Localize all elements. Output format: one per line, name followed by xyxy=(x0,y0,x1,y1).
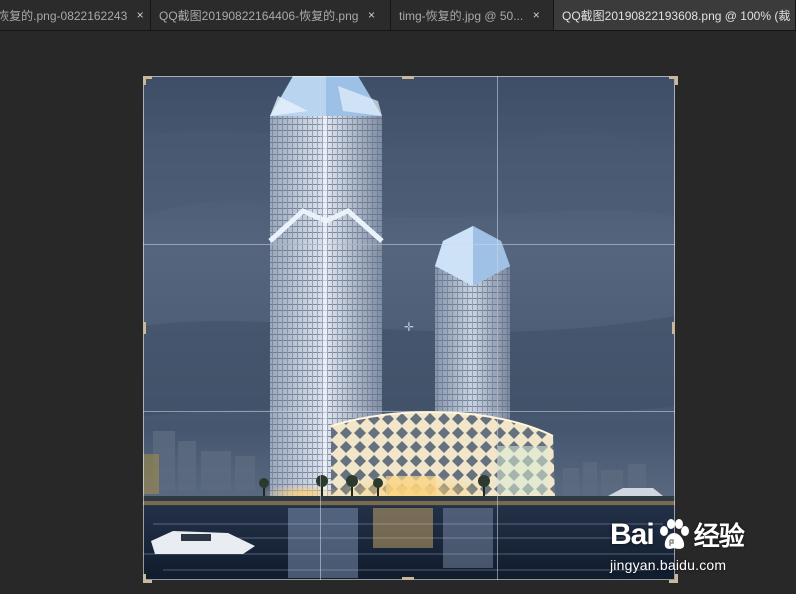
crop-handle-bottom[interactable] xyxy=(402,577,414,580)
watermark-brand-right: 经验 xyxy=(693,521,745,551)
crop-handle-top-left[interactable] xyxy=(143,76,152,85)
watermark-logo: Bai 经验 xyxy=(610,516,745,553)
close-tab-icon[interactable]: × xyxy=(365,9,377,21)
document-tab-active[interactable]: QQ截图20190822193608.png @ 100% (裁剪 xyxy=(554,0,796,30)
crop-handle-left[interactable] xyxy=(143,322,146,334)
crop-handle-bottom-left[interactable] xyxy=(143,574,152,583)
tab-label: 0822162243-恢复的.png xyxy=(0,8,128,23)
document-tab-1[interactable]: 0822162243-恢复的.png × xyxy=(0,0,151,30)
crop-grid-line-horizontal xyxy=(143,244,675,245)
crop-handle-right[interactable] xyxy=(672,322,675,334)
close-tab-icon[interactable]: × xyxy=(134,9,146,21)
document-tab-bar: 0822162243-恢复的.png × QQ截图20190822164406-… xyxy=(0,0,796,31)
crop-center-crosshair-icon: ✛ xyxy=(404,320,415,334)
watermark-url: jingyan.baidu.com xyxy=(610,557,727,573)
baidu-jingyan-watermark: Bai 经验 jingyan.baidu.com xyxy=(610,506,760,578)
tab-label: timg-恢复的.jpg @ 50... xyxy=(399,8,524,23)
watermark-brand-left: Bai xyxy=(610,517,655,551)
baidu-paw-icon xyxy=(659,518,689,549)
crop-grid-line-vertical xyxy=(320,76,321,580)
close-tab-icon[interactable]: × xyxy=(530,9,542,21)
crop-handle-top-right[interactable] xyxy=(669,76,678,85)
crop-grid-line-vertical xyxy=(497,76,498,580)
crop-grid-line-horizontal xyxy=(143,411,675,412)
document-tab-2[interactable]: QQ截图20190822164406-恢复的.png × xyxy=(151,0,391,30)
tab-label: QQ截图20190822164406-恢复的.png xyxy=(159,8,359,23)
document-tab-3[interactable]: timg-恢复的.jpg @ 50... × xyxy=(391,0,554,30)
tab-label: QQ截图20190822193608.png @ 100% (裁剪 xyxy=(562,8,791,23)
crop-handle-top[interactable] xyxy=(402,76,414,79)
